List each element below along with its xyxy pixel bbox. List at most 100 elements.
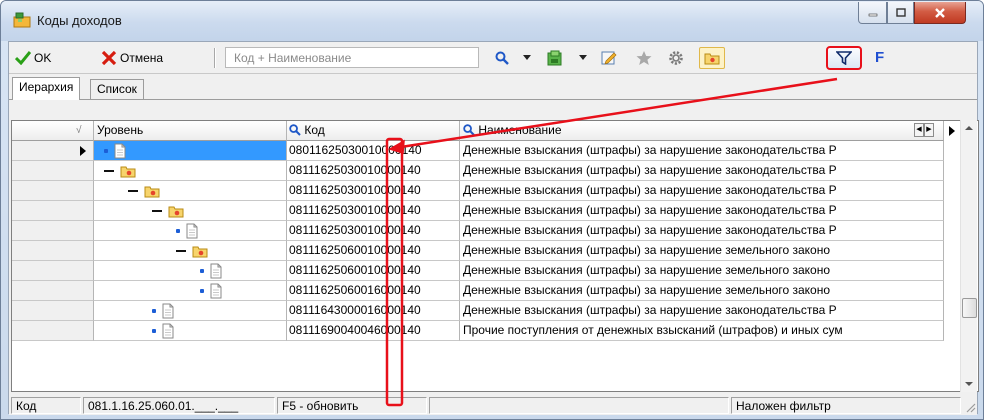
table-row[interactable]: 08111690040046000140 Прочие поступления о…: [12, 321, 944, 341]
code-cell[interactable]: 08111625030010000140: [287, 221, 460, 241]
minimize-button[interactable]: [858, 2, 887, 24]
header-name-label: Наименование: [478, 123, 562, 137]
collapse-icon[interactable]: [104, 170, 114, 172]
export-dropdown-arrow[interactable]: [579, 55, 587, 60]
row-indicator[interactable]: [12, 181, 94, 201]
filter-letter[interactable]: F: [875, 49, 884, 66]
hierarchy-folder-button[interactable]: [699, 47, 725, 69]
title-bar[interactable]: Коды доходов: [1, 1, 983, 41]
row-indicator[interactable]: [12, 301, 94, 321]
row-indicator[interactable]: [12, 321, 94, 341]
row-indicator[interactable]: [12, 241, 94, 261]
level-cell[interactable]: [94, 141, 287, 161]
table-row[interactable]: 08111625060010000140 Денежные взыскания (…: [12, 261, 944, 281]
table-row[interactable]: 08111643000016000140 Денежные взыскания (…: [12, 301, 944, 321]
settings-button[interactable]: [667, 50, 685, 66]
level-cell[interactable]: [94, 181, 287, 201]
name-cell[interactable]: Денежные взыскания (штрафы) за нарушение…: [460, 261, 944, 281]
level-cell[interactable]: [94, 161, 287, 181]
close-button[interactable]: [914, 2, 966, 24]
code-cell[interactable]: 08111625030010000140: [287, 161, 460, 181]
name-cell[interactable]: Денежные взыскания (штрафы) за нарушение…: [460, 141, 944, 161]
scroll-right-icon[interactable]: ▶: [924, 123, 934, 137]
export-button[interactable]: [546, 50, 564, 66]
name-cell[interactable]: Денежные взыскания (штрафы) за нарушение…: [460, 281, 944, 301]
row-indicator[interactable]: [12, 161, 94, 181]
maximize-button[interactable]: [887, 2, 914, 24]
code-cell[interactable]: 08011625030010000140: [287, 141, 460, 161]
level-cell[interactable]: [94, 301, 287, 321]
code-cell[interactable]: 08111625060010000140: [287, 241, 460, 261]
table-row[interactable]: 08111625030010000140 Денежные взыскания (…: [12, 201, 944, 221]
row-indicator[interactable]: [12, 201, 94, 221]
name-cell[interactable]: Денежные взыскания (штрафы) за нарушение…: [460, 201, 944, 221]
edit-icon: [601, 51, 617, 65]
folder-icon: [144, 186, 160, 198]
table-row[interactable]: 08011625030010000140 Денежные взыскания (…: [12, 141, 944, 161]
level-cell[interactable]: [94, 241, 287, 261]
collapse-icon[interactable]: [152, 210, 162, 212]
table-row[interactable]: 08111625030010000140 Денежные взыскания (…: [12, 161, 944, 181]
columns-more-icon[interactable]: [949, 126, 955, 136]
document-icon: [210, 283, 222, 299]
leaf-bullet-icon: [200, 269, 204, 273]
tab-list[interactable]: Список: [90, 79, 144, 99]
code-cell[interactable]: 08111625060016000140: [287, 281, 460, 301]
tree-node: [152, 322, 176, 340]
status-field-label: Код: [11, 397, 81, 414]
header-name[interactable]: Наименование ◀ ▶: [460, 121, 944, 141]
level-cell[interactable]: [94, 261, 287, 281]
code-cell[interactable]: 08111625030010000140: [287, 201, 460, 221]
code-cell[interactable]: 08111625060010000140: [287, 261, 460, 281]
view-tabs: Иерархия Список: [9, 74, 977, 100]
level-cell[interactable]: [94, 281, 287, 301]
name-cell[interactable]: Денежные взыскания (штрафы) за нарушение…: [460, 221, 944, 241]
search-button[interactable]: [495, 50, 509, 66]
app-icon: [13, 12, 31, 28]
scroll-left-icon[interactable]: ◀: [914, 123, 924, 137]
name-cell[interactable]: Денежные взыскания (штрафы) за нарушение…: [460, 241, 944, 261]
toolbar: OK Отмена Код + Наименование F: [9, 42, 977, 74]
level-cell[interactable]: [94, 321, 287, 341]
code-cell[interactable]: 08111643000016000140: [287, 301, 460, 321]
tab-hierarchy[interactable]: Иерархия: [12, 77, 81, 100]
row-indicator[interactable]: [12, 221, 94, 241]
scroll-up-icon[interactable]: [965, 126, 973, 130]
edit-button[interactable]: [601, 50, 617, 66]
name-cell[interactable]: Денежные взыскания (штрафы) за нарушение…: [460, 181, 944, 201]
scroll-thumb[interactable]: [962, 298, 977, 318]
name-cell[interactable]: Денежные взыскания (штрафы) за нарушение…: [460, 301, 944, 321]
table-row[interactable]: 08111625030010000140 Денежные взыскания (…: [12, 221, 944, 241]
scroll-down-icon[interactable]: [965, 382, 973, 386]
table-row[interactable]: 08111625060010000140 Денежные взыскания (…: [12, 241, 944, 261]
header-code[interactable]: Код: [287, 121, 460, 141]
cancel-button[interactable]: Отмена: [101, 48, 163, 68]
collapse-icon[interactable]: [128, 190, 138, 192]
name-cell[interactable]: Прочие поступления от денежных взысканий…: [460, 321, 944, 341]
header-level[interactable]: Уровень: [94, 121, 287, 141]
codes-grid[interactable]: √ Уровень Код Наименование ◀ ▶ 080116250…: [11, 120, 979, 392]
search-dropdown-arrow[interactable]: [523, 55, 531, 60]
row-indicator[interactable]: [12, 141, 94, 161]
level-cell[interactable]: [94, 221, 287, 241]
search-icon: [463, 124, 475, 136]
table-row[interactable]: 08111625060016000140 Денежные взыскания (…: [12, 281, 944, 301]
favorite-button[interactable]: [635, 50, 653, 66]
collapse-icon[interactable]: [176, 250, 186, 252]
document-icon: [162, 323, 174, 339]
filter-button[interactable]: [826, 46, 862, 70]
level-cell[interactable]: [94, 201, 287, 221]
table-row[interactable]: 08111625030010000140 Денежные взыскания (…: [12, 181, 944, 201]
code-cell[interactable]: 08111690040046000140: [287, 321, 460, 341]
column-scroll-buttons[interactable]: ◀ ▶: [914, 123, 934, 137]
search-input[interactable]: [226, 48, 478, 67]
vertical-scrollbar[interactable]: [960, 120, 977, 392]
resize-grip-icon[interactable]: [964, 401, 976, 413]
name-cell[interactable]: Денежные взыскания (штрафы) за нарушение…: [460, 161, 944, 181]
ok-button[interactable]: OK: [15, 48, 51, 68]
search-box[interactable]: [225, 47, 479, 68]
row-indicator[interactable]: [12, 281, 94, 301]
code-cell[interactable]: 08111625030010000140: [287, 181, 460, 201]
row-indicator[interactable]: [12, 261, 94, 281]
checkmark-icon: [15, 51, 31, 65]
